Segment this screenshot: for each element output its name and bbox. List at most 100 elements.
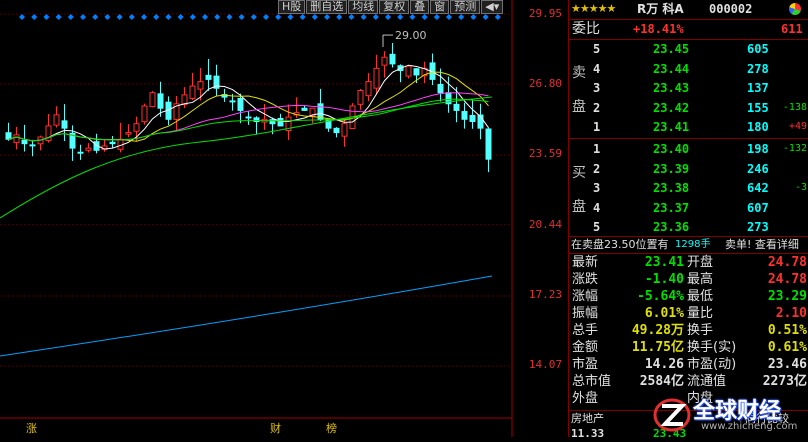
event-mark-finance[interactable]: 财 <box>270 420 281 436</box>
level-volume: 198 <box>747 142 769 156</box>
window-button[interactable]: 窗 <box>430 0 450 14</box>
hshare-button[interactable]: H股 <box>278 0 306 14</box>
stat-label: 外盘 <box>572 391 599 406</box>
sell-level-row[interactable]: 1 23.41 180 +49 <box>569 119 808 135</box>
stat-value: 11.75亿 <box>631 340 684 355</box>
signal-diamond-icon <box>470 14 477 20</box>
stat-label: 市盈 <box>572 357 599 372</box>
stat-label: 量比 <box>687 306 714 321</box>
signal-diamond-icon <box>80 14 86 20</box>
candle-body <box>13 134 20 144</box>
stats-row: 最新 23.41 开盘 24.78 <box>569 255 808 271</box>
candle-body <box>29 144 36 147</box>
candle-body <box>365 81 372 97</box>
moving-average-button[interactable]: 均线 <box>348 0 379 14</box>
sector-label[interactable]: 房地产 <box>571 411 604 427</box>
signal-diamond-icon <box>397 14 404 20</box>
level-index: 2 <box>593 161 601 176</box>
stats-row: 涨幅 -5.64% 最低 23.29 <box>569 289 808 305</box>
buy-level-row[interactable]: 5 23.36 273 <box>569 219 808 235</box>
signal-diamond-icon <box>275 14 282 20</box>
quote-panel: ★★★★★ R万 科A 000002 委比 +18.41% 611 卖 盘 52… <box>568 0 808 440</box>
stat-value: 14.26 <box>644 357 684 372</box>
level-index: 4 <box>593 61 601 76</box>
level-price: 23.43 <box>653 81 690 95</box>
weibi-pct: +18.41% <box>633 22 684 36</box>
signal-diamond-icon <box>128 14 135 20</box>
signal-diamond-icon <box>311 14 318 20</box>
pie-chart-icon[interactable] <box>789 3 801 15</box>
candle-body <box>85 147 92 151</box>
stat-label: 市盈(动) <box>687 357 737 372</box>
signal-diamond-icon <box>202 14 208 20</box>
remove-watchlist-button[interactable]: 删自选 <box>306 0 348 14</box>
forecast-button[interactable]: 预测 <box>450 0 481 14</box>
event-mark-list[interactable]: 榜 <box>326 420 337 436</box>
level-index: 3 <box>593 181 601 195</box>
sell-level-row[interactable]: 5 23.45 605 <box>569 41 808 57</box>
kline-chart[interactable]: 29.00 <box>0 0 568 437</box>
stat-label: 涨幅 <box>572 289 599 304</box>
weibi-diff: 611 <box>781 22 803 36</box>
signal-diamond-icon <box>67 14 74 20</box>
adjust-button[interactable]: 复权 <box>379 0 410 14</box>
buy-level-row[interactable]: 1 23.40 198 -132 <box>569 141 808 157</box>
level-index: 1 <box>593 142 601 156</box>
buy-level-row[interactable]: 2 23.39 246 <box>569 161 808 177</box>
overlay-button[interactable]: 叠 <box>410 0 430 14</box>
signal-diamond-icon <box>92 14 99 20</box>
stats-row: 总市值 2584亿 流通值 2273亿 <box>569 374 808 390</box>
level-volume: 137 <box>747 81 769 95</box>
level-volume: 155 <box>747 100 769 115</box>
order-notice[interactable]: 在卖盘23.50位置有 1298手 卖单! 查看详细 <box>569 237 808 253</box>
candle-body <box>453 103 460 111</box>
level-index: 1 <box>593 120 601 134</box>
signal-diamond-icon <box>116 14 123 20</box>
sell-level-row[interactable]: 4 23.44 278 <box>569 61 808 77</box>
level-index: 5 <box>593 42 601 56</box>
candle-body <box>197 81 204 90</box>
stats-row: 涨跌 -1.40 最高 24.78 <box>569 272 808 288</box>
stat-value: 2.10 <box>775 306 807 321</box>
level-index: 2 <box>593 100 601 115</box>
stock-name: R万 科A <box>637 2 684 16</box>
notice-text: 在卖盘23.50位置有 <box>571 238 669 251</box>
menu-arrow-icon[interactable]: ◀▾ <box>481 0 504 14</box>
signal-diamond-icon <box>287 14 294 20</box>
level-volume: 607 <box>747 200 769 215</box>
level-price: 23.38 <box>653 181 690 195</box>
ma-long-line <box>0 96 493 219</box>
level-volume: 246 <box>747 161 769 176</box>
signal-diamond-icon <box>482 14 489 20</box>
event-mark-rise[interactable]: 涨 <box>26 420 37 436</box>
stat-value: 23.29 <box>767 289 807 304</box>
buy-level-row[interactable]: 3 23.38 642 -3 <box>569 180 808 196</box>
kline-chart-area[interactable]: 29.00 H股 删自选 均线 复权 叠 窗 预测 ◀▾ 29.95 26.80… <box>0 0 568 437</box>
signal-diamond-icon <box>43 14 50 20</box>
candle-body <box>189 85 196 99</box>
sell-level-row[interactable]: 2 23.42 155 -138 <box>569 100 808 116</box>
rating-stars-icon: ★★★★★ <box>571 2 616 15</box>
candle-body <box>229 100 236 103</box>
level-index: 3 <box>593 81 601 95</box>
stat-label: 最新 <box>572 255 599 270</box>
level-volume: 273 <box>747 220 769 234</box>
stat-label: 最低 <box>687 289 714 304</box>
signal-diamond-icon <box>494 14 501 20</box>
buy-level-row[interactable]: 4 23.37 607 <box>569 200 808 216</box>
signal-diamond-icon <box>250 14 257 20</box>
stats-row: 金额 11.75亿 换手(实) 0.61% <box>569 340 808 356</box>
notice-detail-link[interactable]: 卖单! 查看详细 <box>725 237 799 253</box>
signal-diamond-icon <box>165 14 172 20</box>
level-price: 23.41 <box>653 120 690 134</box>
level-volume: 180 <box>747 120 769 134</box>
signal-diamond-icon <box>226 14 233 20</box>
stat-label: 总手 <box>572 323 599 338</box>
sell-level-row[interactable]: 3 23.43 137 <box>569 80 808 96</box>
stat-label: 涨跌 <box>572 272 599 287</box>
candle-body <box>461 111 468 120</box>
signal-diamond-icon <box>299 14 306 20</box>
candle-body <box>333 127 340 134</box>
candle-body <box>205 74 212 80</box>
candle-body <box>141 105 148 123</box>
